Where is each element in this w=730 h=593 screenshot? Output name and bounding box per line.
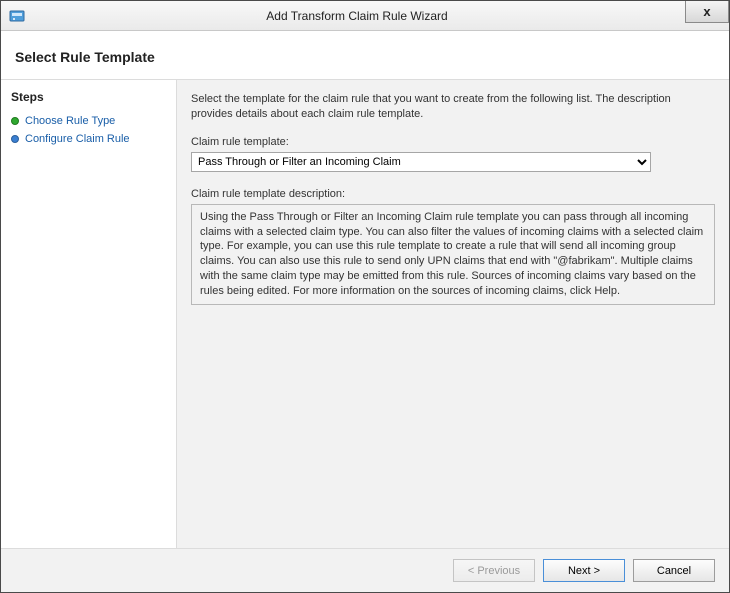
wizard-footer: < Previous Next > Cancel [1,548,729,592]
template-label: Claim rule template: [191,136,715,148]
intro-text: Select the template for the claim rule t… [191,92,715,122]
step-choose-rule-type[interactable]: Choose Rule Type [11,112,166,130]
steps-heading: Steps [11,90,166,104]
close-icon: x [703,4,710,19]
titlebar: Add Transform Claim Rule Wizard x [1,1,729,31]
template-description-box: Using the Pass Through or Filter an Inco… [191,204,715,305]
close-button[interactable]: x [685,1,729,23]
app-icon [9,8,25,24]
page-title: Select Rule Template [15,49,715,65]
wizard-main: Select the template for the claim rule t… [177,80,729,548]
step-done-icon [11,117,19,125]
window-title: Add Transform Claim Rule Wizard [25,9,729,23]
step-label: Choose Rule Type [25,115,115,127]
step-label: Configure Claim Rule [25,133,130,145]
wizard-window: Add Transform Claim Rule Wizard x Select… [0,0,730,593]
step-configure-claim-rule[interactable]: Configure Claim Rule [11,130,166,148]
step-pending-icon [11,135,19,143]
template-select-wrap: Pass Through or Filter an Incoming Claim [191,152,715,172]
steps-sidebar: Steps Choose Rule Type Configure Claim R… [1,80,177,548]
wizard-header: Select Rule Template [1,31,729,80]
next-button[interactable]: Next > [543,559,625,582]
claim-rule-template-select[interactable]: Pass Through or Filter an Incoming Claim [191,152,651,172]
previous-button: < Previous [453,559,535,582]
wizard-body: Steps Choose Rule Type Configure Claim R… [1,80,729,548]
description-label: Claim rule template description: [191,188,715,200]
cancel-button[interactable]: Cancel [633,559,715,582]
